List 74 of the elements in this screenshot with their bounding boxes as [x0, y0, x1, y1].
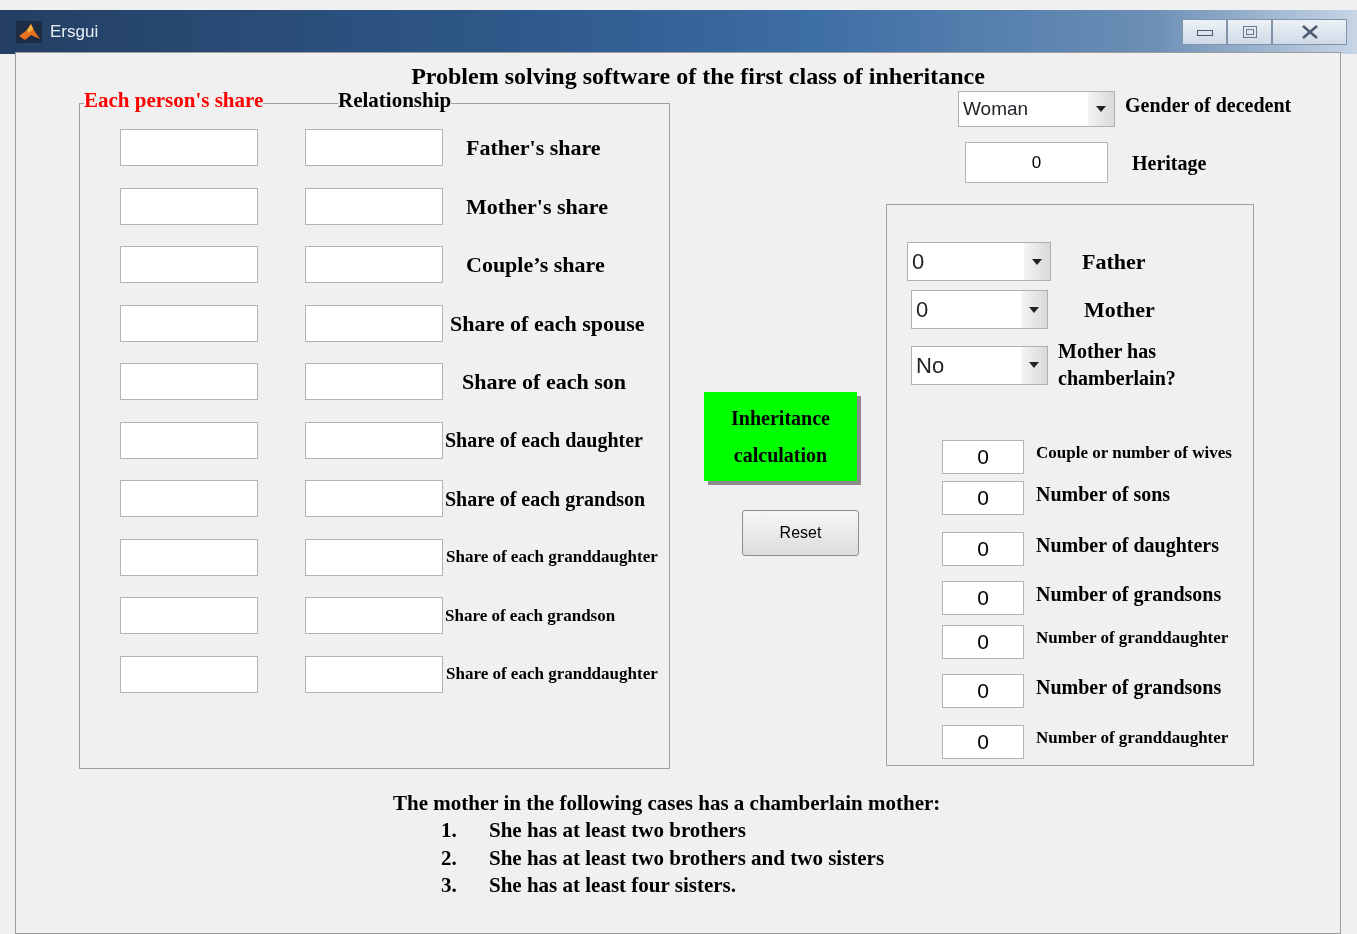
row-label: Share of each granddaughter [446, 663, 658, 686]
field-label: Mother [1084, 296, 1155, 323]
row-label: Share of each grandson [445, 486, 646, 513]
maximize-icon [1242, 26, 1257, 38]
minimize-button[interactable] [1182, 19, 1227, 45]
list-number: 2. [441, 844, 458, 872]
close-button[interactable] [1272, 19, 1347, 45]
share-field[interactable] [120, 129, 258, 166]
share-field[interactable] [120, 187, 258, 225]
count-field[interactable]: 0 [942, 725, 1024, 759]
share-field[interactable] [120, 480, 258, 517]
share-field[interactable] [120, 655, 258, 693]
field-label: Father [1082, 248, 1146, 275]
count-field[interactable]: 0 [942, 581, 1024, 615]
relationship-field[interactable] [305, 655, 443, 693]
field-label: Number of granddaughter [1036, 627, 1229, 650]
list-number: 1. [441, 817, 458, 844]
row-label: Father's share [466, 134, 601, 162]
note-item: She has at least two brothers [489, 817, 746, 844]
count-field[interactable]: 0 [942, 625, 1024, 659]
window-title: Ersgui [50, 21, 99, 44]
field-label: Number of grandsons [1036, 582, 1222, 608]
field-label: Number of daughters [1036, 533, 1219, 559]
field-label: Number of sons [1036, 482, 1171, 507]
field-label: Mother has chamberlain? [1058, 339, 1177, 391]
app-icon [16, 21, 42, 43]
note-title: The mother in the following cases has a chamberlain mother: [393, 790, 942, 817]
relationship-field[interactable] [305, 187, 443, 225]
dropdown-arrow-icon [1032, 258, 1042, 265]
value-dropdown[interactable]: 0 [907, 242, 1051, 281]
close-icon [1300, 25, 1319, 39]
relationship-field[interactable] [305, 421, 443, 459]
note-item: She has at least four sisters. [489, 872, 736, 899]
row-label: Share of each spouse [450, 309, 645, 338]
row-label: Share of each son [462, 368, 626, 396]
minimize-icon [1196, 27, 1213, 37]
share-field[interactable] [120, 597, 258, 634]
relationship-field[interactable] [305, 304, 443, 342]
dropdown-arrow-icon [1096, 106, 1106, 112]
relationship-field[interactable] [305, 480, 443, 517]
field-label: Number of grandsons [1036, 675, 1222, 701]
field-label: Couple or number of wives [1036, 442, 1232, 465]
row-label: Share of each grandson [445, 604, 616, 627]
row-label: Share of each daughter [445, 428, 643, 454]
relationship-field[interactable] [305, 363, 443, 400]
relationship-field[interactable] [305, 538, 443, 576]
relationship-field[interactable] [305, 597, 443, 634]
relationship-field[interactable] [305, 129, 443, 166]
share-field[interactable] [120, 246, 258, 283]
field-label: Number of granddaughter [1036, 727, 1229, 750]
relationship-field[interactable] [305, 246, 443, 283]
row-label: Mother's share [466, 192, 608, 221]
gender-dropdown[interactable]: Woman [958, 91, 1115, 127]
reset-button[interactable]: Reset [742, 510, 859, 556]
count-field[interactable]: 0 [942, 481, 1024, 515]
dropdown-arrow-icon [1029, 362, 1039, 368]
field-label: Gender of decedent [1125, 93, 1292, 118]
row-label: Share of each granddaughter [446, 546, 658, 569]
heritage-field[interactable]: 0 [965, 142, 1108, 183]
share-field[interactable] [120, 363, 258, 400]
share-field[interactable] [120, 421, 258, 459]
count-field[interactable]: 0 [942, 674, 1024, 708]
count-field[interactable]: 0 [942, 440, 1024, 474]
note-item: She has at least two brothers and two sisters [489, 844, 885, 872]
list-number: 3. [441, 872, 458, 899]
field-label: Heritage [1132, 150, 1207, 177]
share-field[interactable] [120, 304, 258, 342]
count-field[interactable]: 0 [942, 532, 1024, 566]
dropdown-arrow-icon [1029, 306, 1039, 313]
share-field[interactable] [120, 538, 258, 576]
value-dropdown[interactable]: 0 [911, 290, 1048, 329]
value-dropdown[interactable]: No [911, 345, 1048, 385]
row-label: Couple’s share [466, 251, 605, 279]
maximize-button[interactable] [1227, 19, 1272, 45]
